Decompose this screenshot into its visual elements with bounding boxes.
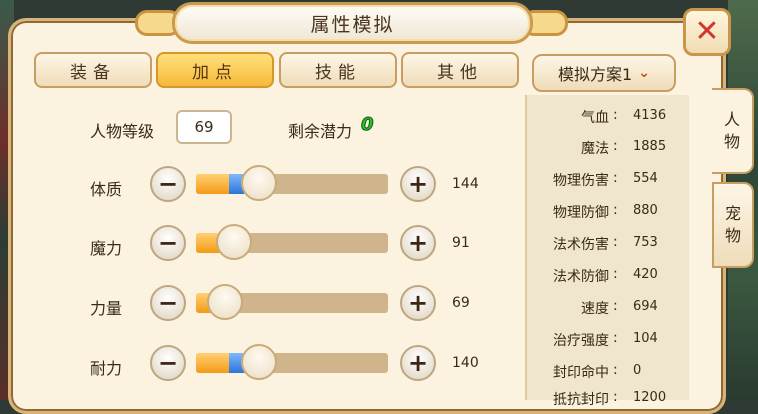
attribute-label: 魔力 — [90, 239, 123, 258]
stat-name: 治疗强度 — [553, 333, 609, 349]
slider-fill-base — [196, 353, 229, 373]
stat-row: 法术伤害:753 — [527, 232, 689, 254]
stat-name: 抵抗封印 — [553, 392, 609, 408]
attribute-label: 耐力 — [90, 359, 123, 378]
stat-value: 694 — [633, 299, 658, 314]
stat-separator: : — [613, 170, 618, 186]
increase-button[interactable]: + — [400, 225, 436, 261]
stat-row: 物理防御:880 — [527, 200, 689, 222]
minus-icon: − — [157, 349, 179, 377]
increase-button[interactable]: + — [400, 345, 436, 381]
stat-separator: : — [613, 234, 618, 250]
plus-icon: + — [407, 349, 429, 377]
slider-fill-base — [196, 174, 229, 194]
stat-row: 治疗强度:104 — [527, 328, 689, 350]
slider-thumb[interactable] — [241, 344, 278, 380]
decrease-button[interactable]: − — [150, 166, 186, 202]
side-tab-pet[interactable]: 宠物 — [712, 182, 754, 268]
slider-thumb[interactable] — [216, 224, 253, 260]
stat-value: 0 — [633, 363, 642, 378]
chevron-down-icon: ⌄ — [638, 65, 650, 81]
stat-value: 753 — [633, 235, 658, 250]
stat-name: 法术防御 — [553, 269, 609, 285]
stat-separator: : — [613, 107, 618, 123]
attribute-row-magic: 魔力 − + 91 — [0, 224, 520, 265]
level-value: 69 — [194, 118, 214, 136]
slider-thumb[interactable] — [206, 284, 243, 320]
decrease-button[interactable]: − — [150, 285, 186, 321]
tab-other[interactable]: 其他 — [401, 52, 519, 88]
attribute-label: 体质 — [90, 180, 123, 199]
increase-button[interactable]: + — [400, 285, 436, 321]
potential-label: 剩余潜力 — [288, 122, 353, 141]
attribute-label: 力量 — [90, 299, 123, 318]
scheme-label: 模拟方案1 — [558, 65, 633, 84]
tab-add-points[interactable]: 加点 — [156, 52, 274, 88]
attribute-value: 69 — [452, 295, 470, 311]
plus-icon: + — [407, 170, 429, 198]
minus-icon: − — [157, 289, 179, 317]
stat-row: 封印命中:0 — [527, 360, 689, 382]
close-button[interactable]: ✕ — [683, 8, 731, 56]
slider-thumb[interactable] — [241, 165, 278, 201]
stat-row: 物理伤害:554 — [527, 168, 689, 190]
attribute-slider[interactable] — [196, 165, 388, 201]
stat-name: 物理伤害 — [553, 173, 609, 189]
plus-icon: + — [407, 289, 429, 317]
tab-equipment[interactable]: 装备 — [34, 52, 152, 88]
stat-value: 880 — [633, 203, 658, 218]
stats-panel: 气血:4136 魔法:1885 物理伤害:554 物理防御:880 法术伤害:7… — [525, 95, 689, 408]
plus-icon: + — [407, 229, 429, 257]
stat-separator: : — [613, 138, 618, 154]
attribute-row-constitution: 体质 − + 144 — [0, 165, 520, 206]
stat-separator: : — [613, 389, 618, 405]
stat-value: 1885 — [633, 139, 667, 154]
stat-separator: : — [613, 362, 618, 378]
stat-row: 气血:4136 — [527, 105, 689, 127]
side-tab-label: 宠物 — [724, 204, 741, 245]
tab-skills[interactable]: 技能 — [279, 52, 397, 88]
stat-row: 魔法:1885 — [527, 136, 689, 158]
stat-value: 4136 — [633, 108, 667, 123]
stat-separator: : — [613, 298, 618, 314]
stat-separator: : — [613, 266, 618, 282]
stat-value: 104 — [633, 331, 658, 346]
stat-value: 420 — [633, 267, 658, 282]
increase-button[interactable]: + — [400, 166, 436, 202]
side-tab-label: 人物 — [723, 110, 740, 151]
stat-name: 物理防御 — [553, 205, 609, 221]
stat-name: 速度 — [581, 301, 609, 317]
side-tab-character[interactable]: 人物 — [712, 88, 754, 174]
minus-icon: − — [157, 229, 179, 257]
attribute-value: 144 — [452, 176, 479, 192]
level-input[interactable]: 69 — [176, 110, 232, 144]
stat-row: 速度:694 — [527, 296, 689, 318]
attribute-slider[interactable] — [196, 344, 388, 380]
minus-icon: − — [157, 170, 179, 198]
stat-name: 魔法 — [581, 141, 609, 157]
potential-value: 0 — [361, 114, 374, 136]
stat-name: 封印命中 — [553, 365, 609, 381]
scheme-dropdown[interactable]: 模拟方案1 ⌄ — [532, 54, 676, 92]
close-icon: ✕ — [694, 14, 720, 49]
stat-name: 气血 — [581, 110, 609, 126]
attribute-slider[interactable] — [196, 224, 388, 260]
title-bar: 属性模拟 — [172, 2, 533, 44]
stat-separator: : — [613, 330, 618, 346]
decrease-button[interactable]: − — [150, 345, 186, 381]
stat-value: 554 — [633, 171, 658, 186]
stat-separator: : — [613, 202, 618, 218]
attribute-row-endurance: 耐力 − + 140 — [0, 344, 520, 385]
stat-name: 法术伤害 — [553, 237, 609, 253]
stat-row: 法术防御:420 — [527, 264, 689, 286]
attribute-row-strength: 力量 − + 69 — [0, 284, 520, 325]
decrease-button[interactable]: − — [150, 225, 186, 261]
attribute-value: 140 — [452, 355, 479, 371]
level-label: 人物等级 — [90, 122, 155, 141]
window-title: 属性模拟 — [310, 13, 395, 36]
stat-value: 1200 — [633, 390, 667, 405]
stat-row: 抵抗封印:1200 — [527, 387, 689, 409]
attribute-slider[interactable] — [196, 284, 388, 320]
attribute-value: 91 — [452, 235, 470, 251]
